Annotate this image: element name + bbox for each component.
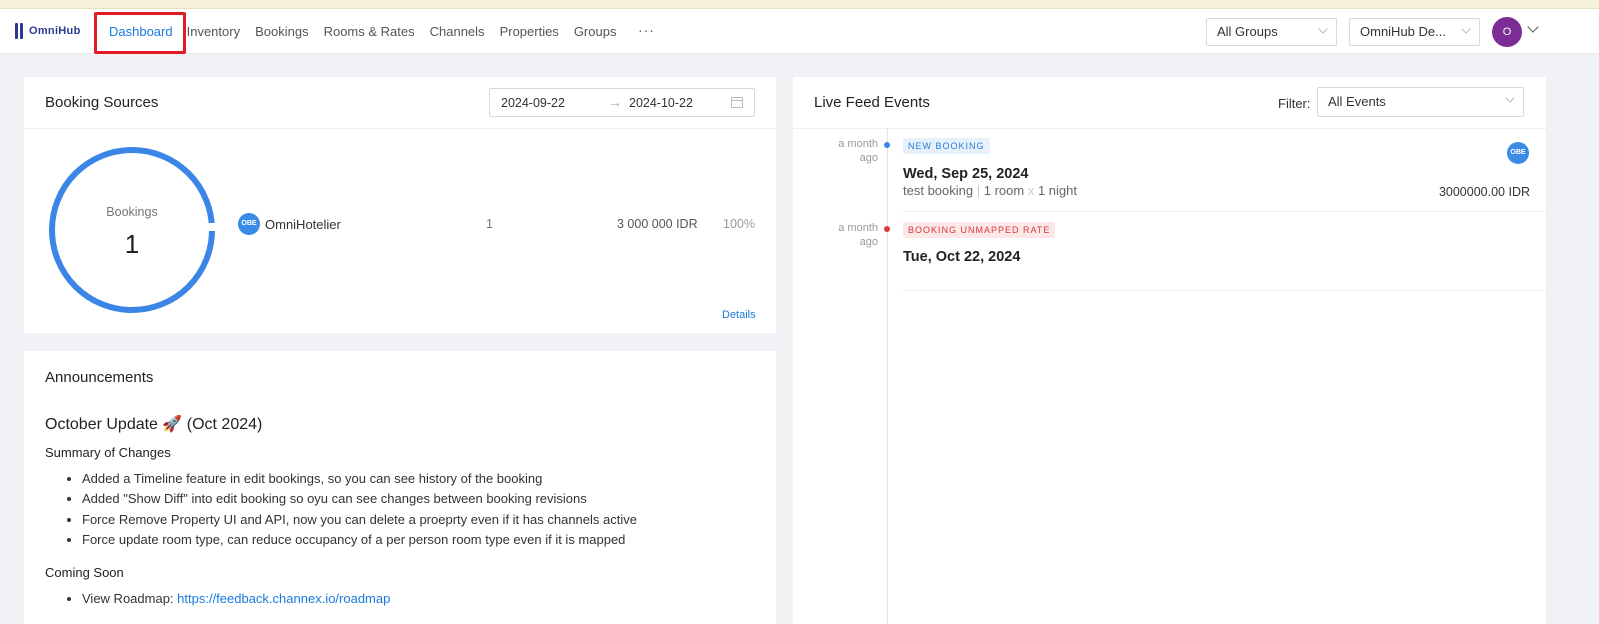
event-dot (884, 226, 890, 232)
logo-text: OmniHub (29, 25, 81, 37)
event-time: a month ago (823, 221, 878, 249)
event-time-line: a month (838, 138, 878, 150)
event-time-line: ago (859, 152, 878, 164)
chevron-down-icon[interactable] (1527, 21, 1539, 33)
summary-heading: Summary of Changes (45, 445, 171, 460)
event-filter-select[interactable]: All Events (1317, 87, 1524, 117)
nav-bookings[interactable]: Bookings (248, 9, 316, 54)
event-source-badge-icon: OBE (1507, 142, 1529, 164)
event-desc: test booking | 1 room x 1 night (903, 183, 1077, 198)
event-desc-name: test booking (903, 183, 974, 198)
arrow-right-icon: → (608, 94, 622, 110)
roadmap-list: View Roadmap: https://feedback.channex.i… (82, 589, 390, 609)
top-notice-strip (0, 0, 1599, 9)
logo-icon (15, 23, 25, 39)
group-select[interactable]: All Groups (1206, 18, 1337, 46)
list-item: Force update room type, can reduce occup… (82, 530, 637, 550)
user-avatar[interactable]: O (1492, 17, 1522, 47)
nav-more-icon[interactable]: ··· (628, 8, 665, 55)
card-header: Live Feed Events Filter: All Events (793, 77, 1546, 129)
nav-channels[interactable]: Channels (422, 9, 492, 54)
roadmap-link[interactable]: https://feedback.channex.io/roadmap (177, 591, 390, 606)
property-select[interactable]: OmniHub De... (1349, 18, 1480, 46)
coming-soon-heading: Coming Soon (45, 565, 124, 580)
event-desc-rooms: 1 room (983, 183, 1025, 198)
source-percent: 100% (723, 217, 755, 231)
source-badge-icon: OBE (238, 213, 260, 235)
update-title: October Update 🚀 (Oct 2024) (45, 416, 263, 433)
event-time-line: a month (838, 222, 878, 234)
event-desc-nights: 1 night (1037, 183, 1078, 198)
event-divider (903, 290, 1546, 291)
app-logo[interactable]: OmniHub (15, 23, 81, 39)
chevron-down-icon (1461, 24, 1471, 34)
times-sign: x (1027, 183, 1035, 198)
event-date[interactable]: Wed, Sep 25, 2024 (903, 166, 1028, 182)
event-time-line: ago (859, 236, 878, 248)
nav-rooms-rates[interactable]: Rooms & Rates (316, 9, 422, 54)
date-to[interactable]: 2024-10-22 (629, 96, 693, 110)
date-from[interactable]: 2024-09-22 (501, 96, 565, 110)
event-date[interactable]: Tue, Oct 22, 2024 (903, 249, 1020, 265)
chevron-down-icon (1318, 24, 1328, 34)
list-item: View Roadmap: https://feedback.channex.i… (82, 589, 390, 609)
card-title: Booking Sources (45, 94, 159, 111)
group-select-value: All Groups (1217, 24, 1278, 39)
highlight-box (94, 12, 186, 54)
property-select-value: OmniHub De... (1360, 24, 1446, 39)
donut-value: 1 (124, 229, 140, 259)
filter-label: Filter: (1278, 96, 1311, 111)
event-time: a month ago (823, 137, 878, 165)
event-divider (903, 211, 1546, 212)
calendar-icon[interactable] (731, 97, 743, 108)
event-filter-value: All Events (1328, 94, 1386, 109)
source-count: 1 (486, 217, 493, 231)
top-navbar: OmniHub Dashboard Inventory Bookings Roo… (0, 9, 1599, 54)
list-item: Added a Timeline feature in edit booking… (82, 469, 637, 489)
changes-list: Added a Timeline feature in edit booking… (82, 469, 637, 550)
chevron-down-icon (1505, 93, 1515, 103)
timeline-line (887, 129, 888, 624)
list-item: Force Remove Property UI and API, now yo… (82, 510, 637, 530)
card-title: Announcements (45, 369, 154, 386)
list-item: Added "Show Diff" into edit booking so o… (82, 489, 637, 509)
details-link[interactable]: Details (722, 309, 756, 321)
event-amount: 3000000.00 IDR (1438, 185, 1530, 199)
announcements-card: Announcements October Update 🚀 (Oct 2024… (24, 351, 776, 624)
source-amount: 3 000 000 IDR (617, 217, 698, 231)
date-range-picker[interactable]: 2024-09-22 → 2024-10-22 (489, 88, 755, 117)
roadmap-label: View Roadmap: (82, 591, 178, 606)
event-tag: BOOKING UNMAPPED RATE (903, 222, 1056, 238)
source-name: OmniHotelier (265, 217, 341, 232)
booking-sources-card: Booking Sources 2024-09-22 → 2024-10-22 … (24, 77, 776, 333)
nav-groups[interactable]: Groups (566, 9, 624, 54)
event-dot (884, 142, 890, 148)
nav-properties[interactable]: Properties (492, 9, 566, 54)
live-feed-card: Live Feed Events Filter: All Events a mo… (793, 77, 1546, 624)
card-title: Live Feed Events (814, 94, 930, 111)
card-header: Booking Sources 2024-09-22 → 2024-10-22 (24, 77, 776, 129)
separator: | (976, 183, 981, 198)
event-tag: NEW BOOKING (903, 138, 990, 154)
nav-inventory[interactable]: Inventory (187, 9, 248, 54)
donut-label: Bookings (106, 205, 158, 219)
